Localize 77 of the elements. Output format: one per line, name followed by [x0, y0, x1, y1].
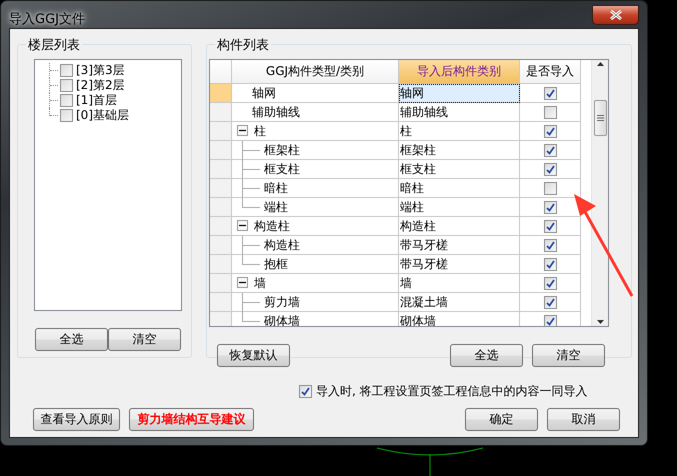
floor-label: [1]首层	[76, 92, 117, 109]
floor-label: [0]基础层	[76, 107, 129, 124]
table-cell[interactable]: 墙	[399, 274, 520, 293]
table-cell[interactable]: 框架柱	[399, 141, 520, 160]
import-checkbox[interactable]	[544, 238, 556, 252]
scroll-up-icon	[596, 62, 604, 66]
import-checkbox[interactable]	[544, 182, 556, 194]
select-all-button[interactable]: 全选	[450, 344, 523, 367]
import-checkbox[interactable]	[544, 220, 556, 232]
grip-icon	[596, 115, 604, 121]
column-header[interactable]: 是否导入	[520, 60, 581, 84]
table-cell[interactable]: 暗柱	[399, 179, 520, 198]
window-title: 导入GGJ文件	[9, 11, 85, 28]
import-checkbox[interactable]	[544, 200, 556, 214]
table-cell[interactable]: 端柱	[399, 198, 520, 217]
close-button[interactable]	[592, 5, 639, 25]
table-cell[interactable]: 混凝土墙	[399, 293, 520, 312]
import-checkbox[interactable]	[544, 124, 556, 138]
table-cell: 暗柱	[232, 179, 399, 198]
corner-header[interactable]	[210, 60, 232, 84]
table-cell: 辅助轴线	[232, 103, 399, 122]
table-cell: 端柱	[232, 198, 399, 217]
floor-label: [3]第3层	[76, 62, 125, 79]
table-cell: 抱框	[232, 255, 399, 274]
table-cell: 轴网	[232, 84, 399, 103]
table-cell[interactable]: 带马牙槎	[399, 236, 520, 255]
select-all-button[interactable]: 全选	[35, 328, 108, 351]
view-rules-button[interactable]: 查看导入原则	[33, 408, 120, 431]
table-cell: 墙	[232, 274, 399, 293]
table-cell[interactable]: 带马牙槎	[399, 255, 520, 274]
cancel-button[interactable]: 取消	[547, 408, 620, 431]
table-cell[interactable]: 柱	[399, 122, 520, 141]
column-header[interactable]: 导入后构件类别	[399, 60, 520, 84]
close-icon	[608, 10, 624, 20]
scroll-down-icon	[596, 320, 604, 324]
minus-icon	[239, 127, 246, 134]
floor-checkbox[interactable]	[60, 64, 73, 77]
option-label: 导入时, 将工程设置页签工程信息中的内容一同导入	[316, 383, 588, 400]
group-title: 楼层列表	[26, 36, 82, 54]
table-cell: 框架柱	[232, 141, 399, 160]
clear-button[interactable]: 清空	[532, 344, 605, 367]
group-title: 构件列表	[215, 36, 271, 54]
floor-checkbox[interactable]	[60, 109, 73, 122]
clear-button[interactable]: 清空	[108, 328, 181, 351]
floor-checkbox[interactable]	[60, 79, 73, 92]
import-checkbox[interactable]	[544, 144, 556, 156]
table-cell: 构造柱	[232, 236, 399, 255]
import-checkbox[interactable]	[544, 106, 556, 118]
import-checkbox[interactable]	[544, 258, 556, 270]
table-cell[interactable]: 砌体墙	[399, 312, 520, 326]
ok-button[interactable]: 确定	[465, 408, 538, 431]
import-checkbox[interactable]	[544, 314, 556, 326]
floor-label: [2]第2层	[76, 77, 125, 94]
minus-icon	[239, 222, 246, 229]
scroll-thumb[interactable]	[594, 100, 606, 136]
table-cell: 柱	[232, 122, 399, 141]
table-cell[interactable]: 轴网	[399, 84, 520, 103]
import-checkbox[interactable]	[544, 86, 556, 100]
scrollbar[interactable]	[591, 60, 608, 326]
table-cell[interactable]: 构造柱	[399, 217, 520, 236]
table-cell: 剪力墙	[232, 293, 399, 312]
column-header[interactable]: GGJ构件类型/类别	[232, 60, 399, 84]
import-checkbox[interactable]	[544, 296, 556, 308]
floor-checkbox[interactable]	[60, 94, 73, 107]
collapse-toggle[interactable]	[237, 220, 248, 231]
table-cell: 构造柱	[232, 217, 399, 236]
table-cell: 框支柱	[232, 160, 399, 179]
option-checkbox[interactable]	[299, 385, 312, 398]
minus-icon	[239, 279, 246, 286]
table-cell[interactable]: 辅助轴线	[399, 103, 520, 122]
import-checkbox[interactable]	[544, 162, 556, 176]
restore-default-button[interactable]: 恢复默认	[217, 344, 290, 367]
collapse-toggle[interactable]	[237, 277, 248, 288]
table-cell: 砌体墙	[232, 312, 399, 326]
import-checkbox[interactable]	[544, 276, 556, 290]
collapse-toggle[interactable]	[237, 125, 248, 136]
table-cell[interactable]: 框支柱	[399, 160, 520, 179]
